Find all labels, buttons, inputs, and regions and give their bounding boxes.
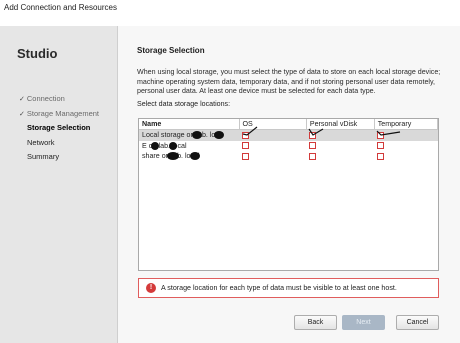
table-row[interactable]: E on lab. local [139,141,438,152]
os-checkbox[interactable] [242,131,249,139]
temp-cell [374,151,437,162]
column-header-personal-vdisk[interactable]: Personal vDisk [306,119,375,130]
validation-error-banner: ! A storage location for each type of da… [138,278,439,298]
row-name: share on lab. local [142,152,200,161]
temporary-checkbox[interactable] [377,142,385,150]
table-row[interactable]: share on lab. local [139,151,438,162]
window-title: Add Connection and Resources [0,0,460,26]
row-name: E on lab. local [142,141,187,150]
column-header-name[interactable]: Name [139,119,240,130]
os-cell [239,151,306,162]
wizard-main-panel: Storage Selection When using local stora… [118,26,460,343]
row-name-cell: E on lab. local [139,141,239,152]
step-label: Storage Management [26,108,100,118]
back-button[interactable]: Back [294,315,337,330]
next-button[interactable]: Next [342,315,385,330]
temporary-checkbox[interactable] [377,152,385,160]
row-name-cell: Local storage on lab. loca [139,129,239,141]
row-name-cell: share on lab. local [139,151,239,162]
os-checkbox[interactable] [242,152,249,160]
temp-cell [374,129,438,141]
table-row[interactable]: Local storage on lab. loca [139,126,438,141]
pvd-cell [306,141,374,152]
temp-cell [374,141,437,152]
table-header-row: Name OS Personal vDisk Temporary [139,119,439,130]
os-cell [239,141,306,152]
storage-locations-grid[interactable]: Name OS Personal vDisk Temporary Local s… [138,118,439,271]
error-icon: ! [146,283,156,293]
os-checkbox[interactable] [242,142,249,150]
pvd-cell [306,128,375,141]
step-network: Network [27,137,55,147]
personal-vdisk-checkbox[interactable] [309,131,317,139]
page-title: Storage Selection [137,46,205,55]
sidebar-app-title: Studio [17,46,58,61]
wizard-sidebar: Studio ✓ Connection ✓ Storage Management S… [0,26,117,343]
page-description: When using local storage, you must selec… [137,68,441,96]
select-locations-label: Select data storage locations: [137,100,231,108]
temporary-checkbox[interactable] [377,131,385,139]
checkmark-icon: ✓ [19,110,25,118]
personal-vdisk-checkbox[interactable] [309,152,317,160]
checkmark-icon: ✓ [19,96,25,103]
step-connection[interactable]: ✓ Connection [19,92,99,107]
wizard-steps: ✓ Connection ✓ Storage Management Storage … [19,92,99,165]
step-summary: Summary [27,152,60,162]
storage-table: Name OS Personal vDisk Temporary Local s… [139,119,439,162]
row-name: Local storage on lab. loca [142,131,223,140]
error-message: A storage location for each type of data… [161,284,397,292]
cancel-button[interactable]: Cancel [396,315,439,330]
step-storage-management[interactable]: ✓ Storage Management [19,107,99,122]
column-header-os[interactable]: OS [239,119,307,130]
step-label: Connection [26,94,65,103]
os-cell [239,126,307,141]
pvd-cell [306,151,374,162]
column-header-temporary[interactable]: Temporary [374,119,439,130]
step-storage-selection[interactable]: Storage Selection [19,121,99,136]
personal-vdisk-checkbox[interactable] [309,142,317,150]
